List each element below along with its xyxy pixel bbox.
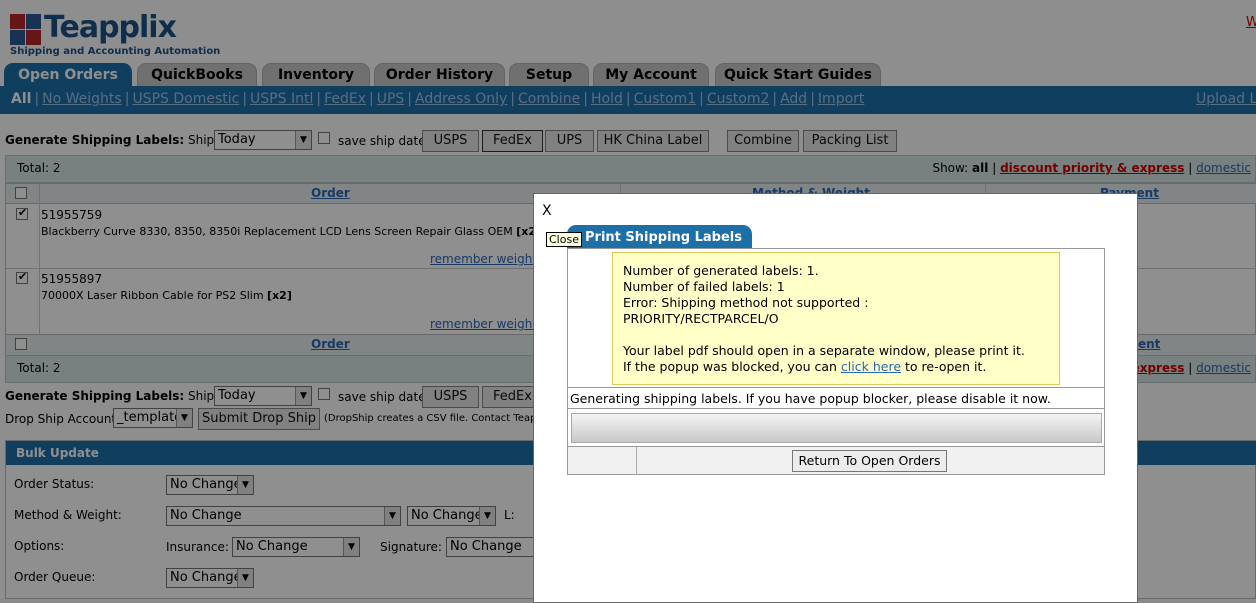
generating-status: Generating shipping labels. If you have …: [568, 387, 1104, 409]
dialog-content: Number of generated labels: 1. Number of…: [567, 248, 1105, 475]
dialog-tab-title: Print Shipping Labels: [567, 225, 752, 249]
progress-bar: [571, 413, 1102, 443]
error-message: Error: Shipping method not supported :: [623, 295, 869, 310]
result-message: Number of generated labels: 1. Number of…: [612, 252, 1060, 385]
error-method: PRIORITY/RECTPARCEL/O: [623, 311, 779, 326]
print-shipping-labels-dialog: X Print Shipping Labels Close Number of …: [533, 193, 1138, 603]
close-tooltip: Close: [546, 232, 582, 247]
pdf-message: Your label pdf should open in a separate…: [623, 343, 1025, 358]
return-to-open-orders-button[interactable]: Return To Open Orders: [792, 450, 947, 472]
reopen-popup-link[interactable]: click here: [841, 359, 901, 374]
failed-count: Number of failed labels: 1: [623, 279, 785, 294]
close-icon[interactable]: X: [542, 203, 552, 219]
generated-count: Number of generated labels: 1.: [623, 263, 819, 278]
dialog-footer: Return To Open Orders: [568, 446, 1104, 475]
